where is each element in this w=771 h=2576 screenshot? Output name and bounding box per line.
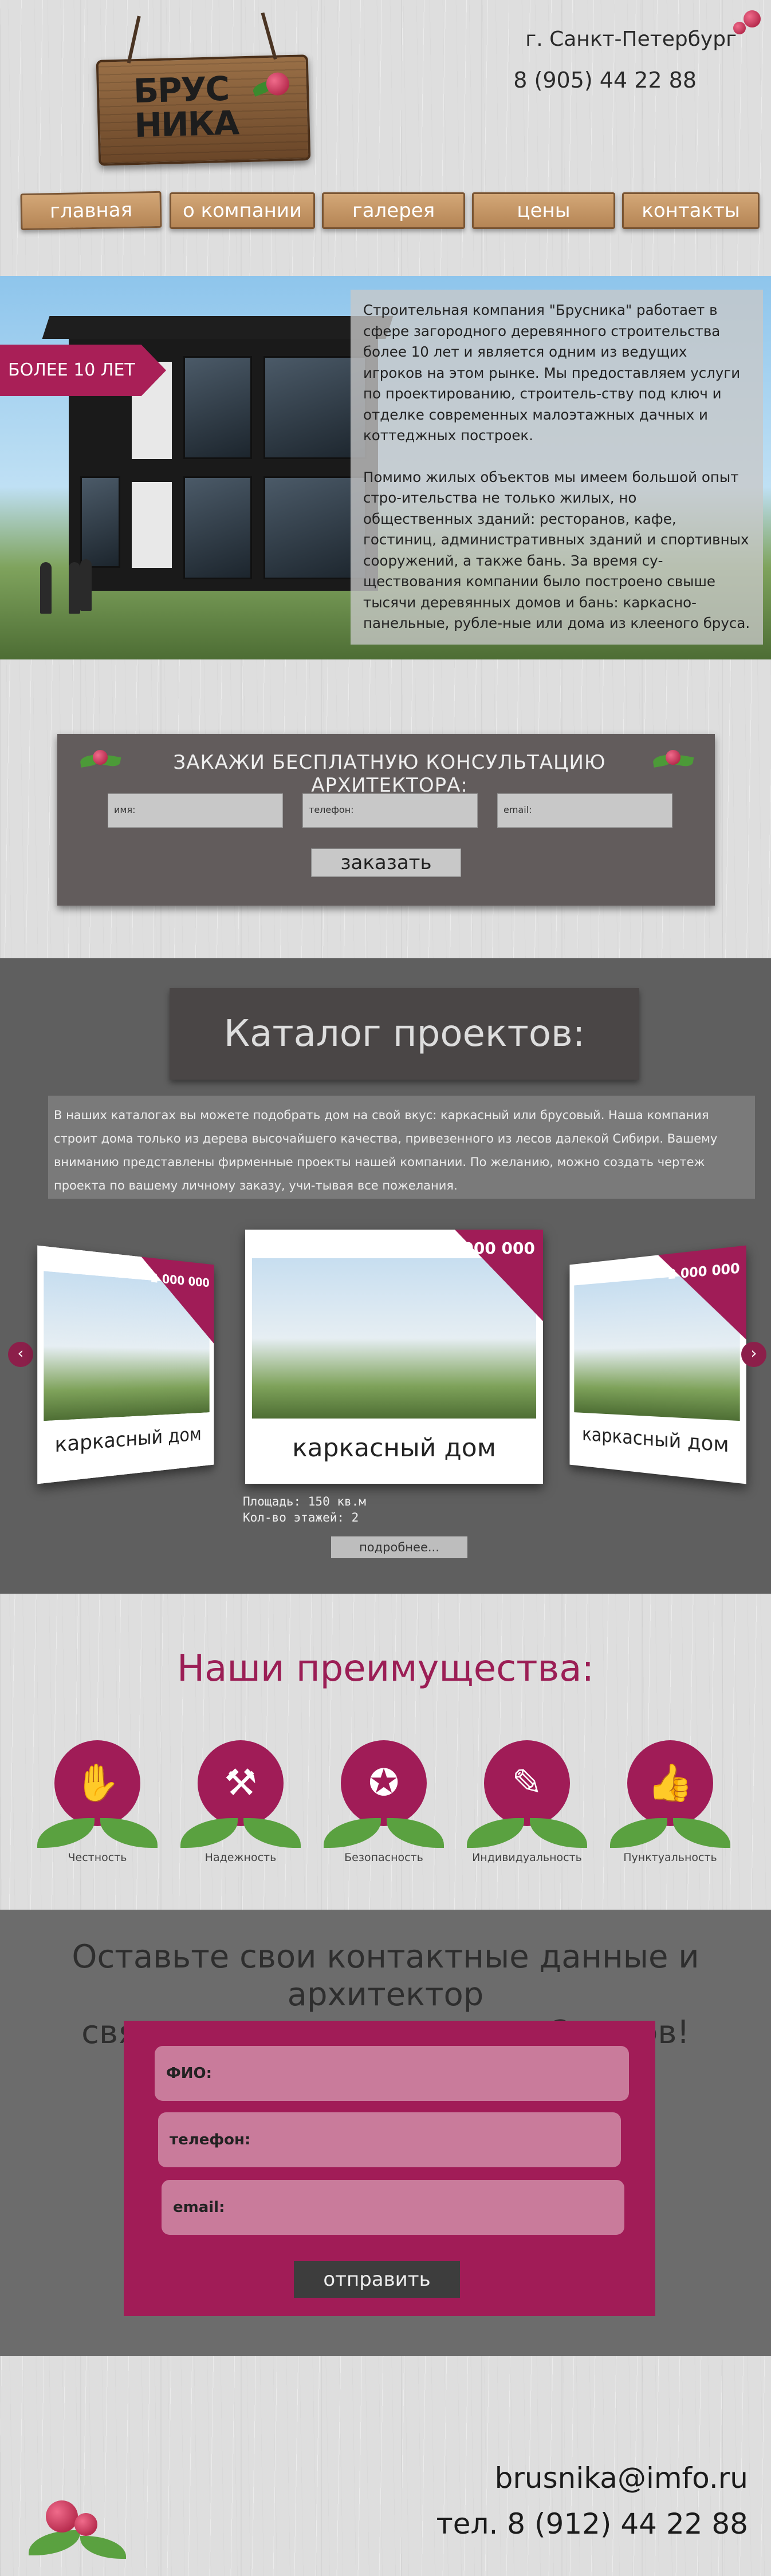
advantages-title: Наши преимущества: bbox=[176, 1647, 595, 1690]
nav-item-prices[interactable]: цены bbox=[472, 192, 615, 229]
person bbox=[40, 562, 52, 614]
main-nav: главная о компании галерея цены контакты bbox=[20, 191, 760, 232]
logo-line-2: НИКА bbox=[133, 103, 239, 145]
berry-decoration-icon bbox=[29, 2490, 126, 2570]
rope bbox=[127, 15, 141, 64]
project-price: 2 000 000 bbox=[446, 1239, 535, 1258]
project-photo bbox=[252, 1258, 536, 1419]
footer-phone[interactable]: тел. 8 (912) 44 22 88 bbox=[436, 2507, 748, 2541]
hero-banner: БОЛЕЕ 10 ЛЕТ Строительная компания "Брус… bbox=[0, 276, 771, 659]
email-input[interactable]: email: bbox=[162, 2180, 624, 2235]
about-paragraph: Помимо жилых объектов мы имеем большой о… bbox=[363, 468, 750, 632]
nav-item-home[interactable]: главная bbox=[20, 191, 162, 231]
consultation-title: ЗАКАЖИ БЕСПЛАТНУЮ КОНСУЛЬТАЦИЮ АРХИТЕКТО… bbox=[173, 751, 606, 797]
years-badge: БОЛЕЕ 10 ЛЕТ bbox=[0, 345, 166, 396]
project-card-active[interactable]: 2 000 000 каркасный дом bbox=[245, 1230, 543, 1484]
advantage-item: ✪ Безопасность bbox=[321, 1740, 447, 1864]
phone-input[interactable]: телефон: bbox=[302, 793, 478, 828]
leaves-decoration bbox=[467, 1803, 587, 1849]
leaves-decoration bbox=[324, 1803, 444, 1849]
nav-item-about[interactable]: о компании bbox=[170, 192, 315, 229]
berry-decoration-icon bbox=[733, 2, 768, 37]
email-input[interactable]: email: bbox=[497, 793, 672, 828]
logo-line-1: БРУС bbox=[133, 69, 229, 111]
project-card[interactable]: 2 000 000 каркасный дом bbox=[37, 1245, 214, 1484]
about-paragraph: Строительная компания "Брусника" работае… bbox=[363, 302, 741, 444]
advantage-item: 👍 Пунктуальность bbox=[607, 1740, 733, 1864]
consultation-form: ЗАКАЖИ БЕСПЛАТНУЮ КОНСУЛЬТАЦИЮ АРХИТЕКТО… bbox=[57, 734, 715, 906]
city: г. Санкт-Петербург bbox=[525, 27, 737, 51]
fio-input[interactable]: ФИО: bbox=[155, 2046, 629, 2101]
project-area: Площадь: 150 кв.м bbox=[243, 1495, 366, 1508]
nav-item-gallery[interactable]: галерея bbox=[322, 192, 465, 229]
logo-text: БРУС НИКА bbox=[133, 69, 239, 145]
phone-input[interactable]: телефон: bbox=[158, 2112, 621, 2167]
advantage-item: ⚒ Надежность bbox=[178, 1740, 304, 1864]
header-phone[interactable]: 8 (905) 44 22 88 bbox=[513, 68, 697, 93]
about-text-panel: Строительная компания "Брусника" работае… bbox=[351, 290, 763, 645]
advantage-label: Надежность bbox=[204, 1851, 277, 1864]
project-caption: каркасный дом bbox=[292, 1433, 496, 1463]
leaves-decoration bbox=[37, 1803, 158, 1849]
advantage-label: Индивидуальность bbox=[472, 1851, 582, 1864]
advantage-label: Пунктуальность bbox=[623, 1851, 717, 1864]
submit-button[interactable]: отправить bbox=[294, 2261, 460, 2298]
carousel-prev-icon[interactable]: ‹ bbox=[8, 1342, 33, 1367]
advantage-label: Безопасность bbox=[344, 1851, 423, 1864]
catalog-section: Каталог проектов: В наших каталогах вы м… bbox=[0, 958, 771, 1594]
catalog-title: Каталог проектов: bbox=[170, 988, 639, 1080]
person bbox=[69, 562, 80, 614]
project-caption: каркасный дом bbox=[582, 1423, 729, 1457]
leaves-decoration bbox=[610, 1803, 730, 1849]
advantage-item: ✎ Индивидуальность bbox=[464, 1740, 590, 1864]
advantage-label: Честность bbox=[68, 1851, 127, 1864]
contact-form: ФИО: телефон: email: отправить bbox=[124, 2021, 655, 2316]
berry-icon bbox=[266, 72, 290, 96]
person bbox=[80, 559, 92, 611]
leaves-decoration bbox=[180, 1803, 301, 1849]
nav-item-contacts[interactable]: контакты bbox=[622, 192, 760, 229]
logo-sign[interactable]: БРУС НИКА bbox=[96, 12, 311, 166]
contact-title-line-1: Оставьте свои контактные данные и архите… bbox=[72, 1938, 699, 2013]
project-card[interactable]: 2 000 000 каркасный дом bbox=[569, 1245, 746, 1484]
advantage-item: ✋ Честность bbox=[34, 1740, 160, 1864]
berry-icon bbox=[79, 748, 121, 776]
order-button[interactable]: заказать bbox=[311, 848, 461, 877]
rope bbox=[261, 12, 277, 60]
contact-section: Оставьте свои контактные данные и архите… bbox=[0, 1910, 771, 2356]
project-specs: Площадь: 150 кв.м Кол-во этажей: 2 bbox=[243, 1494, 366, 1526]
carousel-next-icon[interactable]: › bbox=[741, 1342, 766, 1367]
project-caption: каркасный дом bbox=[54, 1423, 202, 1457]
more-button[interactable]: подробнее... bbox=[331, 1536, 467, 1558]
project-floors: Кол-во этажей: 2 bbox=[243, 1511, 359, 1524]
berry-icon bbox=[652, 748, 694, 776]
name-input[interactable]: имя: bbox=[108, 793, 283, 828]
catalog-description: В наших каталогах вы можете подобрать до… bbox=[48, 1096, 755, 1199]
footer-email[interactable]: brusnika@imfo.ru bbox=[495, 2462, 748, 2495]
